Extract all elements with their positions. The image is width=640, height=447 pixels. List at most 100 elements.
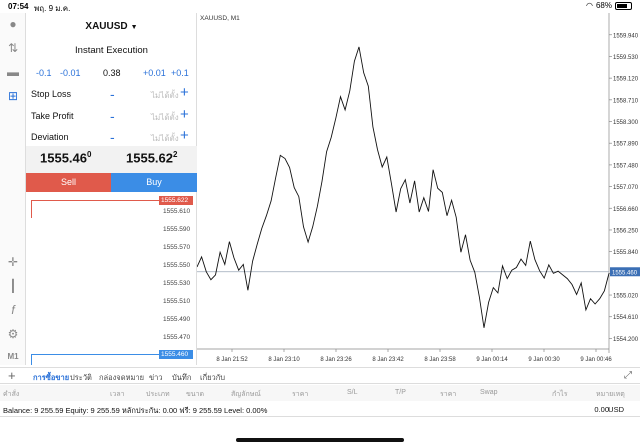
deviation-input[interactable]: ไม่ได้ตั้ง — [151, 132, 179, 145]
col-profit: กำไร — [552, 391, 568, 398]
take-profit-minus-button[interactable]: - — [110, 108, 115, 124]
chat-icon[interactable]: ▬ — [4, 63, 22, 81]
tab-mailbox[interactable]: กล่องจดหมาย — [99, 372, 144, 384]
depth-price: 1555.470 — [163, 334, 191, 341]
x-tick-label: 8 Jan 23:58 — [424, 357, 456, 363]
price-chart[interactable]: XAUUSD, M1 1559.940 1559.530 1559.120 1558.… — [197, 13, 640, 365]
add-icon[interactable]: + — [8, 368, 16, 383]
buy-price-pip: 2 — [173, 150, 178, 159]
x-tick-label: 9 Jan 00:30 — [528, 357, 560, 363]
bid-price-marker: 1555.460 — [159, 350, 193, 359]
sell-price: 1555.460 — [40, 150, 91, 165]
depth-price: 1555.530 — [163, 280, 191, 287]
volume-plus-0-1[interactable]: +0.1 — [171, 68, 189, 78]
depth-price: 1555.490 — [163, 316, 191, 323]
sell-price-main: 1555.46 — [40, 150, 87, 166]
tab-journal[interactable]: บันทึก — [172, 372, 191, 384]
bid-level-side — [31, 354, 32, 365]
balance-row: Balance: 9 255.59 Equity: 9 255.59 หลักป… — [0, 402, 640, 417]
indicators-icon[interactable]: f — [4, 301, 22, 319]
depth-price: 1555.570 — [163, 244, 191, 251]
y-tick-label: 1558.300 — [613, 120, 639, 126]
y-tick-label: 1554.200 — [613, 337, 639, 343]
col-size: ขนาด — [186, 391, 205, 398]
account-currency: USD — [608, 405, 624, 414]
col-price: ราคา — [292, 391, 309, 398]
y-tick-label: 1555.020 — [613, 294, 639, 300]
wifi-icon: ◠ — [586, 1, 593, 10]
take-profit-plus-button[interactable]: + — [180, 106, 189, 123]
col-symbol: สัญลักษณ์ — [231, 391, 261, 398]
y-tick-label: 1557.480 — [613, 163, 639, 169]
deviation-minus-button[interactable]: - — [110, 129, 115, 145]
deviation-label: Deviation — [31, 132, 69, 142]
x-tick-label: 8 Jan 21:52 — [216, 357, 248, 363]
stop-loss-minus-button[interactable]: - — [110, 86, 115, 102]
battery-percent: 68% — [595, 1, 612, 10]
chart-canvas[interactable]: 1559.940 1559.530 1559.120 1558.710 1558.300… — [197, 13, 640, 365]
trade-table-header: คำสั่ง เวลา ประเภท ขนาด สัญลักษณ์ ราคา S… — [0, 385, 640, 401]
status-right: ◠ 68% — [586, 1, 632, 10]
col-type: ประเภท — [146, 391, 170, 398]
volume-plus-0-01[interactable]: +0.01 — [143, 68, 166, 78]
ask-level-top — [31, 200, 159, 201]
x-tick-label: 8 Jan 23:42 — [372, 357, 404, 363]
depth-price: 1555.550 — [163, 262, 191, 269]
col-time: เวลา — [110, 391, 125, 398]
balance-summary: Balance: 9 255.59 Equity: 9 255.59 หลักป… — [3, 406, 268, 415]
col-comment: หมายเหตุ — [596, 391, 625, 398]
depth-price: 1555.510 — [163, 298, 191, 305]
buy-price: 1555.622 — [126, 150, 177, 165]
objects-icon[interactable]: ⚙ — [4, 325, 22, 343]
battery-icon — [615, 1, 632, 10]
stop-loss-label: Stop Loss — [31, 89, 72, 99]
chart-type-icon[interactable]: ┃ — [4, 277, 22, 295]
deviation-plus-button[interactable]: + — [180, 127, 189, 144]
tab-about[interactable]: เกี่ยวกับ — [200, 372, 225, 384]
current-price-label: 1555.460 — [612, 270, 638, 276]
order-panel: XAUUSD ▼ Instant Execution -0.1 -0.01 0.3… — [26, 13, 197, 365]
y-tick-label: 1554.610 — [613, 315, 639, 321]
chevron-down-icon: ▼ — [130, 24, 138, 31]
y-tick-label: 1559.530 — [613, 55, 639, 61]
left-toolbar: ● ⇅ ▬ ⊞ ✛ ┃ f ⚙ M1 — [0, 13, 26, 365]
account-icon[interactable]: ● — [4, 15, 22, 33]
price-series-line — [197, 46, 610, 328]
volume-minus-0-1[interactable]: -0.1 — [36, 68, 52, 78]
ask-level-line — [31, 200, 32, 218]
execution-mode[interactable]: Instant Execution — [26, 45, 197, 56]
home-indicator[interactable] — [236, 438, 404, 442]
volume-minus-0-01[interactable]: -0.01 — [60, 68, 81, 78]
col-tp: T/P — [395, 389, 406, 396]
new-order-icon[interactable]: ⊞ — [4, 87, 22, 105]
take-profit-row: Take Profit - ไม่ได้ตั้ง + — [26, 106, 197, 128]
bottom-tab-bar: + การซื้อขาย ประวัติ กล่องจดหมาย ข่าว บั… — [0, 367, 640, 387]
bid-level-line — [31, 354, 159, 355]
ask-price-marker: 1555.622 — [159, 196, 193, 205]
sell-price-pip: 0 — [87, 150, 92, 159]
stop-loss-input[interactable]: ไม่ได้ตั้ง — [151, 89, 179, 102]
price-quotes: 1555.460 1555.622 — [26, 146, 197, 173]
total-profit: 0.00 — [594, 405, 609, 414]
x-tick-label: 8 Jan 23:10 — [268, 357, 300, 363]
y-tick-label: 1557.070 — [613, 185, 639, 191]
symbol-selector[interactable]: XAUUSD ▼ — [26, 21, 197, 32]
x-tick-label: 9 Jan 00:14 — [476, 357, 508, 363]
depth-of-market: 1555.622 1555.610 1555.590 1555.570 1555… — [26, 196, 197, 365]
timeframe-icon[interactable]: M1 — [4, 347, 22, 365]
tab-news[interactable]: ข่าว — [149, 372, 163, 384]
y-tick-label: 1555.840 — [613, 250, 639, 256]
x-tick-label: 9 Jan 00:46 — [580, 357, 612, 363]
crosshair-icon[interactable]: ✛ — [4, 253, 22, 271]
y-tick-label: 1559.940 — [613, 33, 639, 39]
col-order: คำสั่ง — [3, 391, 20, 398]
stop-loss-plus-button[interactable]: + — [180, 84, 189, 101]
quotes-icon[interactable]: ⇅ — [4, 39, 22, 57]
tab-history[interactable]: ประวัติ — [70, 372, 92, 384]
volume-value[interactable]: 0.38 — [103, 68, 121, 78]
y-tick-label: 1556.250 — [613, 228, 639, 234]
buy-button[interactable]: Buy — [111, 173, 197, 192]
take-profit-input[interactable]: ไม่ได้ตั้ง — [151, 111, 179, 124]
expand-icon[interactable]: ⤢ — [624, 370, 632, 381]
sell-button[interactable]: Sell — [26, 173, 111, 192]
